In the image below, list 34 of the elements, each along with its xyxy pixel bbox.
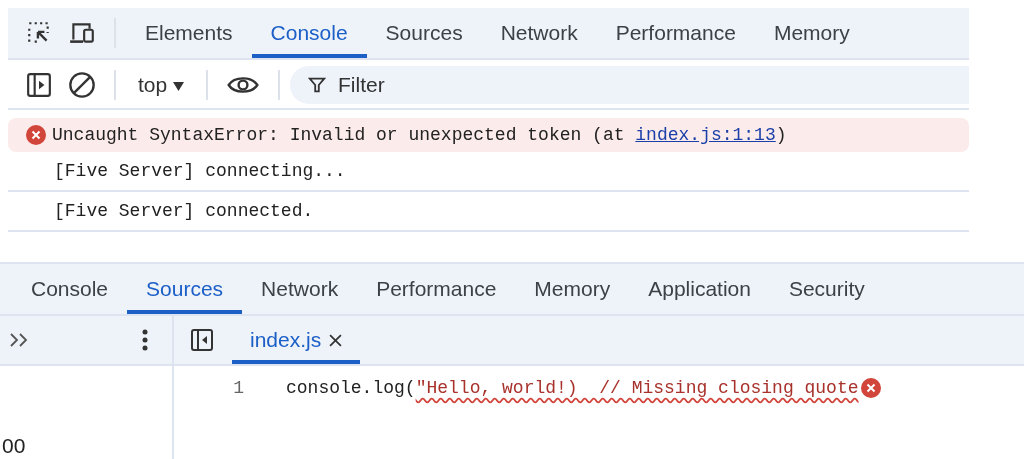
panel-tab[interactable]: Application: [629, 264, 770, 314]
log-message: [Five Server] connected.: [54, 201, 314, 221]
code-line: console.log("Hello, world!) // Missing closing quote: [286, 378, 859, 398]
more-options-icon[interactable]: [142, 329, 148, 351]
error-icon: [26, 125, 46, 145]
filter-field[interactable]: Filter: [290, 66, 969, 104]
panel-tab[interactable]: Elements: [126, 8, 252, 58]
panel-tab[interactable]: Performance: [596, 8, 755, 58]
navigator-text: 00: [2, 434, 26, 459]
close-icon[interactable]: [329, 333, 343, 347]
log-message: [Five Server] connecting...: [54, 161, 346, 181]
panel-tab[interactable]: Network: [242, 264, 358, 314]
panel-tab[interactable]: Sources: [366, 8, 482, 58]
panel-tab[interactable]: Security: [769, 264, 884, 314]
panel-tab[interactable]: Performance: [357, 264, 516, 314]
panel-tab[interactable]: Memory: [754, 8, 869, 58]
filter-icon: [308, 76, 327, 94]
file-tab[interactable]: index.js: [232, 316, 361, 364]
inspect-element-icon[interactable]: [26, 20, 52, 46]
eye-icon[interactable]: [226, 74, 261, 96]
sidebar-toggle-icon[interactable]: [26, 72, 52, 98]
device-toolbar-icon[interactable]: [68, 20, 96, 46]
caret-icon: [173, 81, 185, 91]
line-number: 1: [232, 378, 244, 398]
sidebar-toggle-icon[interactable]: [190, 328, 214, 352]
clear-console-icon[interactable]: [68, 71, 96, 99]
panel-tab[interactable]: Console: [251, 8, 367, 58]
panel-tab[interactable]: Console: [12, 264, 128, 314]
error-text: Uncaught SyntaxError: Invalid or unexpected token (at index.js:1:13): [52, 125, 787, 145]
error-icon: [860, 378, 881, 398]
panel-tab[interactable]: Memory: [515, 264, 630, 314]
context-dropdown[interactable]: top: [126, 73, 197, 97]
source-link[interactable]: index.js:1:13: [635, 125, 776, 145]
panel-tab[interactable]: Network: [481, 8, 597, 58]
